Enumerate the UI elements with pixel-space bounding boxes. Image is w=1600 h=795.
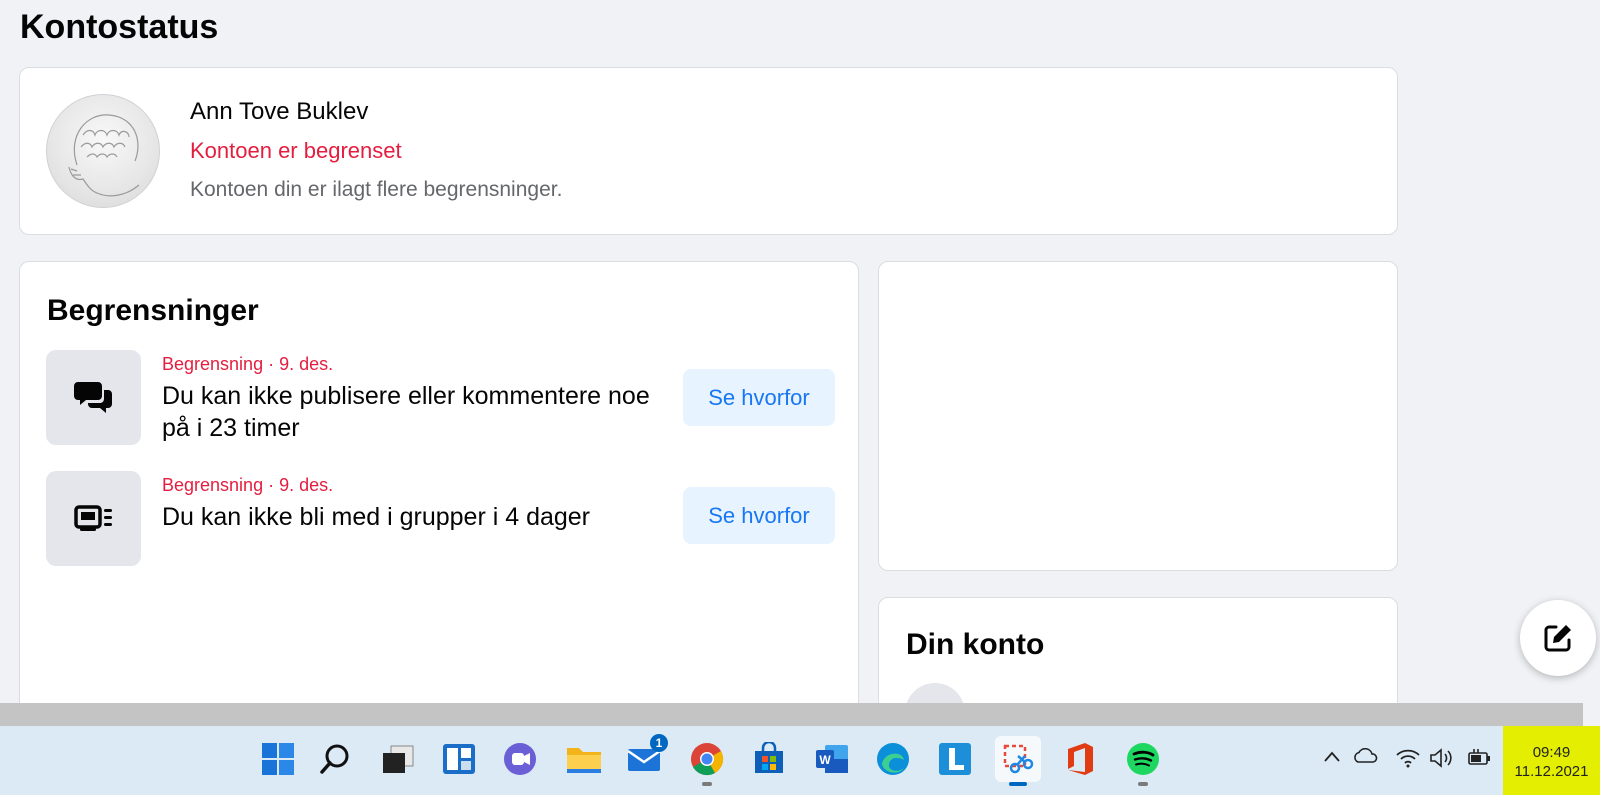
microsoft-store-icon[interactable]: [746, 736, 792, 782]
restrictions-card: Begrensninger Begrensning · 9. des. Du k…: [19, 261, 859, 721]
active-indicator: [1009, 782, 1027, 786]
onedrive-icon[interactable]: [1352, 747, 1380, 769]
volume-icon[interactable]: [1429, 748, 1455, 773]
restriction-item: Begrensning · 9. des. Du kan ikke publis…: [46, 350, 836, 446]
mail-badge: 1: [650, 734, 668, 752]
page-title: Kontostatus: [20, 8, 219, 46]
taskbar: 1 W: [0, 726, 1600, 795]
teams-chat-icon[interactable]: [497, 736, 543, 782]
task-view-icon[interactable]: [375, 736, 421, 782]
edge-icon[interactable]: [870, 736, 916, 782]
empty-panel: [878, 261, 1398, 571]
widgets-icon[interactable]: [436, 736, 482, 782]
snipping-tool-icon[interactable]: [995, 736, 1041, 786]
taskbar-clock[interactable]: 09:49 11.12.2021: [1503, 726, 1600, 795]
wifi-icon[interactable]: [1395, 748, 1421, 773]
restriction-text: Du kan ikke publisere eller kommentere n…: [162, 382, 650, 442]
edit-icon: [1544, 625, 1571, 652]
your-account-title: Din konto: [906, 628, 1045, 661]
groups-feed-icon: [46, 471, 141, 566]
see-why-button[interactable]: Se hvorfor: [683, 487, 835, 544]
file-explorer-icon[interactable]: [561, 736, 607, 782]
clock-time: 09:49: [1532, 744, 1571, 761]
battery-charging-icon[interactable]: [1466, 748, 1492, 773]
word-icon[interactable]: W: [809, 736, 855, 782]
chrome-icon[interactable]: [684, 736, 730, 786]
restrictions-title: Begrensninger: [47, 294, 259, 327]
spotify-icon[interactable]: [1120, 736, 1166, 786]
restriction-meta: Begrensning · 9. des.: [162, 354, 334, 374]
running-indicator: [1138, 782, 1148, 786]
profile-name[interactable]: Ann Tove Buklev: [190, 98, 368, 126]
restriction-text: Du kan ikke bli med i grupper i 4 dager: [162, 503, 591, 531]
running-indicator: [702, 782, 712, 786]
see-why-button[interactable]: Se hvorfor: [683, 369, 835, 426]
avatar[interactable]: [46, 94, 160, 208]
horizontal-scrollbar[interactable]: [0, 703, 1583, 726]
account-status: Kontoen er begrenset: [190, 138, 402, 163]
restriction-meta: Begrensning · 9. des.: [162, 475, 334, 495]
compose-button[interactable]: [1520, 600, 1596, 676]
restriction-item: Begrensning · 9. des. Du kan ikke bli me…: [46, 471, 836, 567]
profile-card: Ann Tove Buklev Kontoen er begrenset Kon…: [19, 67, 1398, 235]
chat-bubbles-icon: [46, 350, 141, 445]
clock-date: 11.12.2021: [1514, 763, 1589, 780]
search-icon[interactable]: [312, 736, 358, 782]
svg-text:W: W: [819, 753, 831, 767]
chevron-up-icon[interactable]: [1323, 748, 1341, 769]
mail-icon[interactable]: 1: [622, 734, 668, 782]
l-app-icon[interactable]: [932, 736, 978, 782]
office-icon[interactable]: [1057, 736, 1103, 782]
account-status-description: Kontoen din er ilagt flere begrensninger…: [190, 178, 563, 201]
windows-start-icon[interactable]: [255, 736, 301, 782]
